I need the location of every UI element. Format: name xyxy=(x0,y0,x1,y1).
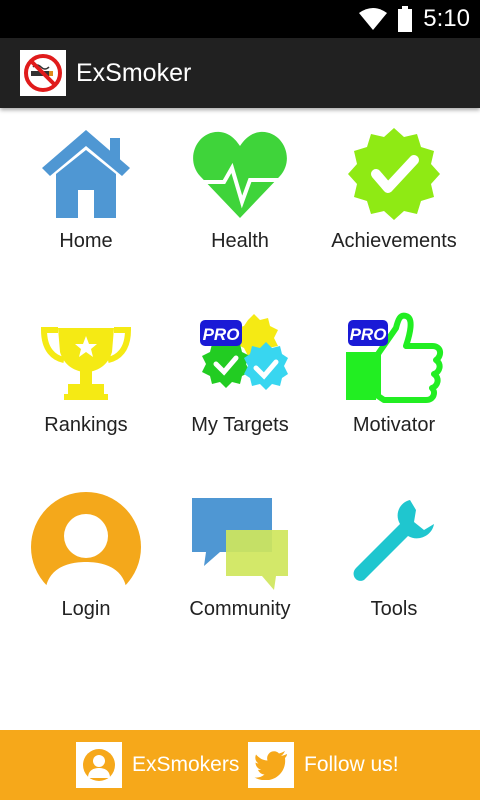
follow-us-label: Follow us! xyxy=(304,753,399,776)
tile-label: Home xyxy=(59,230,113,252)
wrench-icon xyxy=(314,492,474,592)
wifi-icon xyxy=(359,8,388,30)
exsmokers-user-icon xyxy=(76,742,122,788)
tile-achievements[interactable]: Achievements xyxy=(314,110,474,294)
app-bar: ExSmoker xyxy=(0,38,480,108)
footer-bar: ExSmokers Follow us! xyxy=(0,730,480,800)
no-smoking-logo-icon[interactable] xyxy=(20,50,66,96)
heart-pulse-icon xyxy=(160,124,320,224)
thumbs-up-icon: PRO xyxy=(314,308,474,408)
status-icons: 5:10 xyxy=(359,0,470,38)
tile-label: Tools xyxy=(370,598,418,620)
tile-home[interactable]: Home xyxy=(6,110,166,294)
status-bar: 5:10 xyxy=(0,0,480,38)
tile-label: My Targets xyxy=(191,414,289,436)
twitter-bird-icon xyxy=(248,742,294,788)
chat-bubbles-icon xyxy=(160,492,320,592)
pro-badge-text: PRO xyxy=(203,325,240,344)
tile-tools[interactable]: Tools xyxy=(314,478,474,662)
badge-check-icon xyxy=(314,124,474,224)
exsmokers-link[interactable]: ExSmokers xyxy=(76,742,239,788)
menu-grid: Home Health Achievements Rankings PRO My… xyxy=(0,110,480,730)
app-title: ExSmoker xyxy=(76,58,192,87)
trophy-icon xyxy=(6,308,166,408)
tile-community[interactable]: Community xyxy=(160,478,320,662)
house-icon xyxy=(6,124,166,224)
tile-health[interactable]: Health xyxy=(160,110,320,294)
tile-label: Community xyxy=(189,598,291,620)
targets-badges-icon: PRO xyxy=(160,308,320,408)
tile-label: Motivator xyxy=(352,414,436,436)
exsmokers-label: ExSmokers xyxy=(132,753,240,776)
battery-icon xyxy=(398,6,413,32)
follow-us-link[interactable]: Follow us! xyxy=(248,742,399,788)
tile-rankings[interactable]: Rankings xyxy=(6,294,166,478)
tile-label: Achievements xyxy=(331,230,457,252)
pro-badge-text: PRO xyxy=(350,325,387,344)
tile-label: Health xyxy=(211,230,269,252)
tile-motivator[interactable]: PRO Motivator xyxy=(314,294,474,478)
tile-login[interactable]: Login xyxy=(6,478,166,662)
tile-label: Login xyxy=(61,598,111,620)
user-avatar-icon xyxy=(6,492,166,596)
status-time: 5:10 xyxy=(423,5,470,32)
tile-my-targets[interactable]: PRO My Targets xyxy=(160,294,320,478)
tile-label: Rankings xyxy=(44,414,128,436)
